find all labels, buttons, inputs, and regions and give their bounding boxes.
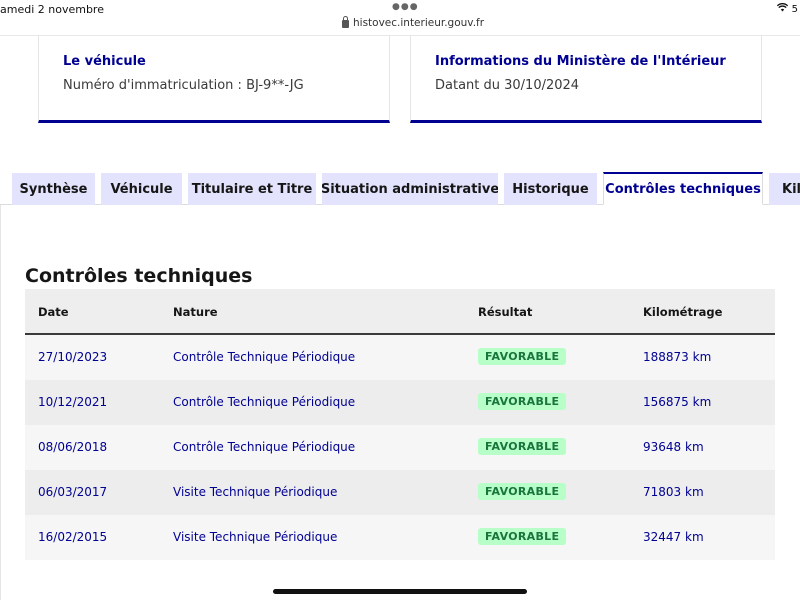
section-title: Contrôles techniques (25, 265, 253, 287)
row-date: 06/03/2017 (38, 485, 108, 499)
row-km: 156875 km (643, 395, 712, 409)
row-nature: Contrôle Technique Périodique (173, 350, 356, 364)
tab-synthese[interactable]: Synthèse (12, 173, 95, 205)
row-km: 188873 km (643, 350, 712, 364)
row-date: 10/12/2021 (38, 395, 108, 409)
tab-titulaire[interactable]: Titulaire et Titre (188, 173, 316, 205)
result-badge: FAVORABLE (478, 348, 567, 365)
status-date: amedi 2 novembre (0, 3, 104, 16)
tab-historique[interactable]: Historique (504, 173, 597, 205)
row-km: 32447 km (643, 530, 704, 544)
tab-situation-administrative[interactable]: Situation administrative (322, 173, 498, 205)
table-header: Date Nature Résultat Kilométrage (25, 289, 775, 335)
row-nature: Contrôle Technique Périodique (173, 395, 356, 409)
row-km: 71803 km (643, 485, 704, 499)
registration-number: Numéro d'immatriculation : BJ-9**-JG (63, 78, 304, 93)
row-nature: Visite Technique Périodique (173, 485, 338, 499)
vehicle-card-title: Le véhicule (63, 54, 146, 69)
data-date: Datant du 30/10/2024 (435, 78, 580, 93)
row-nature: Contrôle Technique Périodique (173, 440, 356, 454)
tab-kilometrage[interactable]: Kilo (769, 173, 800, 205)
row-nature: Visite Technique Périodique (173, 530, 338, 544)
tab-controles-techniques[interactable]: Contrôles techniques (603, 172, 763, 205)
wifi-icon (776, 3, 788, 15)
browser-status-bar: amedi 2 novembre ●●● histovec.interieur.… (0, 0, 800, 36)
more-dots-icon[interactable]: ●●● (392, 2, 419, 12)
tab-vehicule[interactable]: Véhicule (101, 173, 182, 205)
header-nature: Nature (173, 305, 218, 319)
row-km: 93648 km (643, 440, 704, 454)
row-date: 27/10/2023 (38, 350, 108, 364)
tab-bar: Synthèse Véhicule Titulaire et Titre Sit… (0, 172, 800, 205)
battery-percent: 5 (791, 3, 798, 15)
vehicle-card: Le véhicule Numéro d'immatriculation : B… (38, 36, 390, 123)
table-row: 16/02/2015 Visite Technique Périodique F… (25, 515, 775, 560)
ministry-card-title: Informations du Ministère de l'Intérieur (435, 54, 726, 69)
controls-table: Date Nature Résultat Kilométrage 27/10/2… (25, 289, 775, 560)
lock-icon (342, 16, 349, 28)
row-date: 08/06/2018 (38, 440, 108, 454)
table-row: 06/03/2017 Visite Technique Périodique F… (25, 470, 775, 515)
table-row: 08/06/2018 Contrôle Technique Périodique… (25, 425, 775, 470)
address-bar[interactable]: histovec.interieur.gouv.fr (342, 16, 485, 29)
result-badge: FAVORABLE (478, 438, 567, 455)
result-badge: FAVORABLE (478, 528, 567, 545)
ministry-card: Informations du Ministère de l'Intérieur… (410, 36, 762, 123)
url-text: histovec.interieur.gouv.fr (353, 17, 485, 29)
result-badge: FAVORABLE (478, 483, 567, 500)
table-row: 10/12/2021 Contrôle Technique Périodique… (25, 380, 775, 425)
table-row: 27/10/2023 Contrôle Technique Périodique… (25, 335, 775, 380)
row-date: 16/02/2015 (38, 530, 108, 544)
header-km: Kilométrage (643, 305, 723, 319)
header-result: Résultat (478, 305, 533, 319)
result-badge: FAVORABLE (478, 393, 567, 410)
home-indicator[interactable] (273, 589, 527, 594)
header-date: Date (38, 305, 69, 319)
status-indicators: 5 (776, 3, 798, 15)
